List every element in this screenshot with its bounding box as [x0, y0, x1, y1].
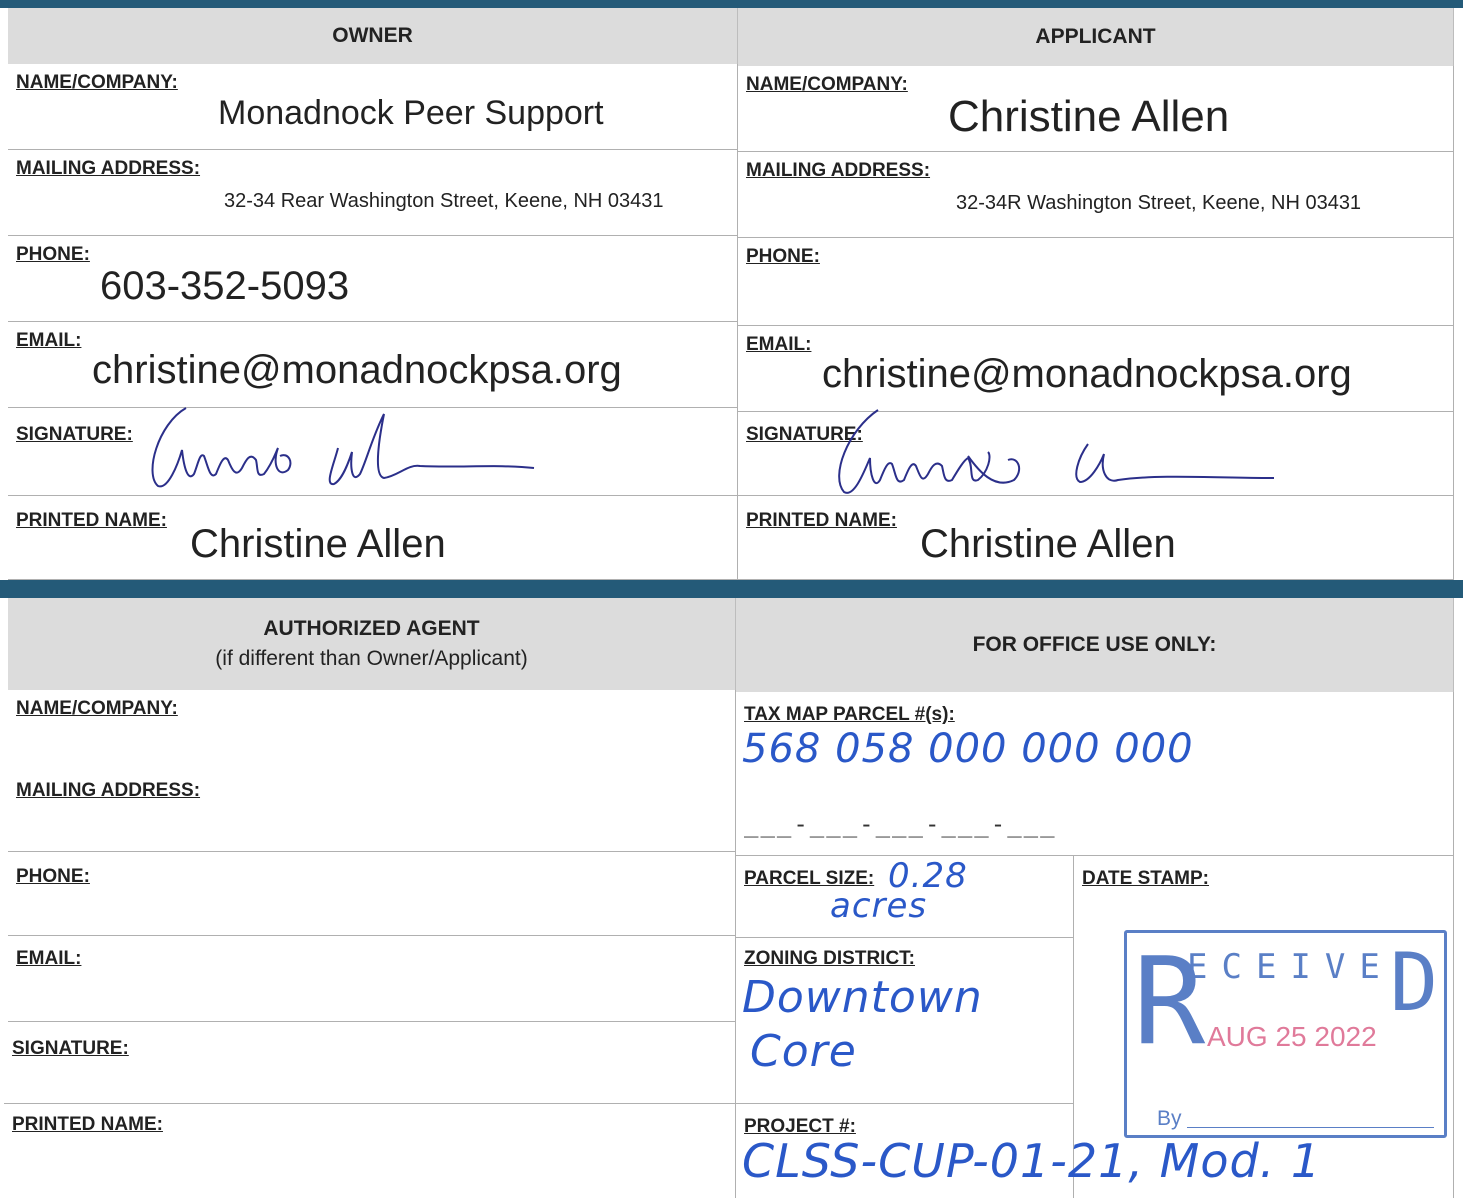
agent-email-label: EMAIL:	[16, 948, 82, 969]
applicant-name-value: Christine Allen	[948, 92, 1230, 141]
section-rule	[0, 580, 1463, 598]
owner-printed-name-label: PRINTED NAME:	[16, 510, 167, 531]
zoning-district-value-2: Core	[750, 1026, 857, 1077]
agent-address-label: MAILING ADDRESS:	[16, 780, 201, 801]
zoning-district-value-1: Downtown	[742, 972, 983, 1023]
tax-map-blank-line: ___-___-___-___-___	[744, 810, 1057, 838]
agent-name-label: NAME/COMPANY:	[16, 698, 178, 719]
applicant-name-label: NAME/COMPANY:	[746, 74, 908, 95]
applicant-printed-name-field[interactable]: PRINTED NAME: Christine Allen	[738, 496, 1454, 580]
applicant-address-field[interactable]: MAILING ADDRESS: 32-34R Washington Stree…	[738, 152, 1454, 238]
application-form: OWNER APPLICANT NAME/COMPANY: Monadnock …	[0, 0, 1463, 1198]
office-header: FOR OFFICE USE ONLY:	[736, 598, 1454, 692]
agent-phone-label: PHONE:	[16, 866, 90, 887]
applicant-signature-image	[838, 409, 1275, 494]
applicant-phone-field[interactable]: PHONE:	[738, 238, 1454, 326]
agent-printed-name-field[interactable]: PRINTED NAME:	[4, 1104, 736, 1198]
owner-signature-label: SIGNATURE:	[16, 424, 133, 445]
stamp-received-text: ECEIVE	[1187, 947, 1394, 987]
tax-map-value: 568 058 000 000 000	[742, 726, 1194, 772]
zoning-district-label: ZONING DISTRICT:	[744, 948, 915, 969]
agent-name-field[interactable]: NAME/COMPANY:	[8, 690, 736, 772]
agent-signature-label: SIGNATURE:	[12, 1038, 129, 1059]
office-header-text: FOR OFFICE USE ONLY:	[972, 633, 1217, 656]
agent-subheader-text: (if different than Owner/Applicant)	[215, 647, 528, 670]
project-number-value: CLSS-CUP-01-21, Mod. 1	[742, 1134, 1322, 1188]
applicant-signature-field[interactable]: SIGNATURE:	[738, 409, 1454, 496]
received-stamp: R ECEIVE D AUG 25 2022 By	[1124, 930, 1447, 1138]
stamp-d: D	[1389, 936, 1438, 1029]
applicant-name-field[interactable]: NAME/COMPANY: Christine Allen	[738, 66, 1454, 152]
owner-name-value: Monadnock Peer Support	[218, 94, 604, 132]
owner-printed-name-field[interactable]: PRINTED NAME: Christine Allen	[8, 496, 738, 580]
owner-email-label: EMAIL:	[16, 330, 82, 351]
owner-name-field[interactable]: NAME/COMPANY: Monadnock Peer Support	[8, 64, 738, 150]
applicant-address-label: MAILING ADDRESS:	[746, 160, 931, 181]
parcel-size-value-2: acres	[830, 886, 928, 926]
agent-address-field[interactable]: MAILING ADDRESS:	[8, 772, 736, 852]
applicant-email-value: christine@monadnockpsa.org	[822, 352, 1352, 396]
owner-signature-field[interactable]: SIGNATURE:	[8, 407, 738, 496]
owner-header-text: OWNER	[332, 24, 413, 47]
tax-map-field[interactable]: TAX MAP PARCEL #(s): 568 058 000 000 000…	[736, 692, 1454, 856]
parcel-size-field[interactable]: PARCEL SIZE: 0.28 acres	[736, 856, 1074, 938]
date-stamp-label: DATE STAMP:	[1082, 868, 1210, 889]
agent-header-text: AUTHORIZED AGENT	[263, 617, 480, 640]
agent-phone-field[interactable]: PHONE:	[8, 852, 736, 936]
agent-header: AUTHORIZED AGENT (if different than Owne…	[8, 598, 736, 690]
applicant-printed-name-value: Christine Allen	[920, 522, 1176, 566]
agent-email-field[interactable]: EMAIL:	[8, 936, 736, 1022]
applicant-header: APPLICANT	[738, 8, 1454, 66]
applicant-email-label: EMAIL:	[746, 334, 812, 355]
owner-email-value: christine@monadnockpsa.org	[92, 348, 622, 392]
zoning-district-field[interactable]: ZONING DISTRICT: Downtown Core	[736, 938, 1074, 1104]
applicant-phone-label: PHONE:	[746, 246, 820, 267]
owner-header: OWNER	[8, 8, 738, 64]
stamp-by-line	[1187, 1127, 1434, 1128]
applicant-printed-name-label: PRINTED NAME:	[746, 510, 897, 531]
top-rule	[0, 0, 1463, 8]
agent-signature-field[interactable]: SIGNATURE:	[4, 1022, 736, 1104]
tax-map-label: TAX MAP PARCEL #(s):	[744, 704, 955, 725]
stamp-by-label: By	[1157, 1107, 1182, 1130]
owner-name-label: NAME/COMPANY:	[16, 72, 178, 93]
owner-signature-image	[151, 407, 535, 488]
applicant-header-text: APPLICANT	[1035, 25, 1156, 48]
applicant-address-value: 32-34R Washington Street, Keene, NH 0343…	[956, 192, 1362, 214]
owner-address-field[interactable]: MAILING ADDRESS: 32-34 Rear Washington S…	[8, 150, 738, 236]
owner-address-label: MAILING ADDRESS:	[16, 158, 201, 179]
owner-phone-label: PHONE:	[16, 244, 90, 265]
agent-printed-name-label: PRINTED NAME:	[12, 1114, 163, 1135]
owner-phone-field[interactable]: PHONE: 603-352-5093	[8, 236, 738, 322]
owner-address-value: 32-34 Rear Washington Street, Keene, NH …	[224, 190, 664, 212]
owner-phone-value: 603-352-5093	[100, 264, 350, 308]
stamp-date: AUG 25 2022	[1207, 1021, 1377, 1052]
owner-printed-name-value: Christine Allen	[190, 522, 446, 566]
